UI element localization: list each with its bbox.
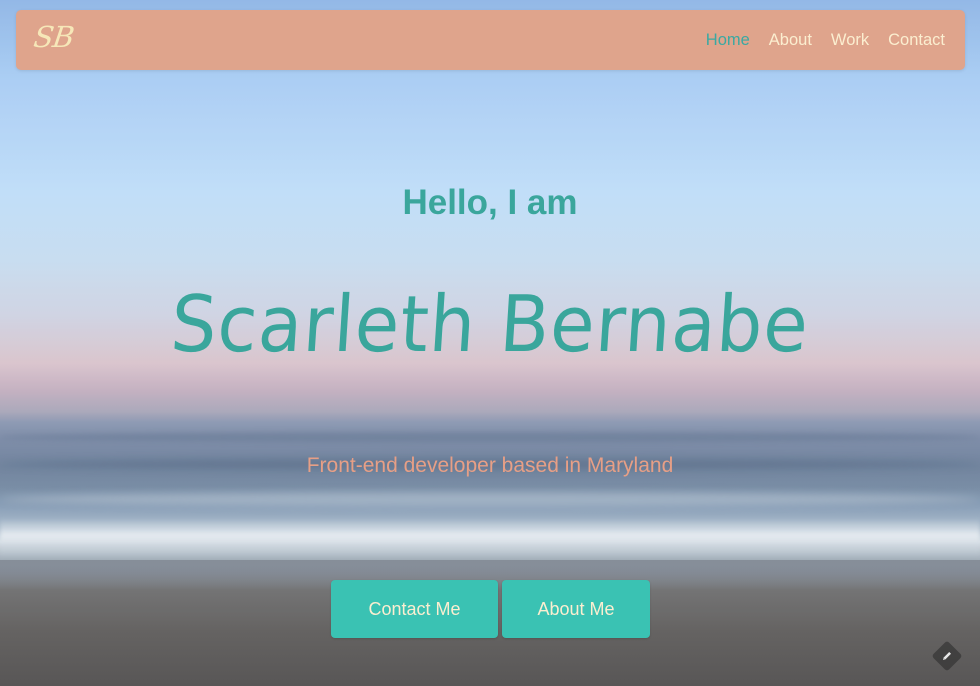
nav-link-home[interactable]: Home [706, 31, 750, 50]
navbar: SB Home About Work Contact [16, 10, 965, 70]
hero-tagline: Front-end developer based in Maryland [306, 454, 674, 477]
about-me-button[interactable]: About Me [502, 580, 650, 638]
nav-link-work[interactable]: Work [831, 31, 869, 50]
page: SB Home About Work Contact Hello, I am S… [0, 0, 980, 686]
hero-name: Scarleth Bernabe [168, 278, 812, 370]
nav-link-contact[interactable]: Contact [888, 31, 945, 50]
brand-logo[interactable]: SB [32, 20, 76, 54]
nav-link-about[interactable]: About [769, 31, 812, 50]
contact-me-button[interactable]: Contact Me [331, 580, 498, 638]
hero-greeting: Hello, I am [402, 183, 578, 222]
nav-links: Home About Work Contact [706, 10, 945, 70]
